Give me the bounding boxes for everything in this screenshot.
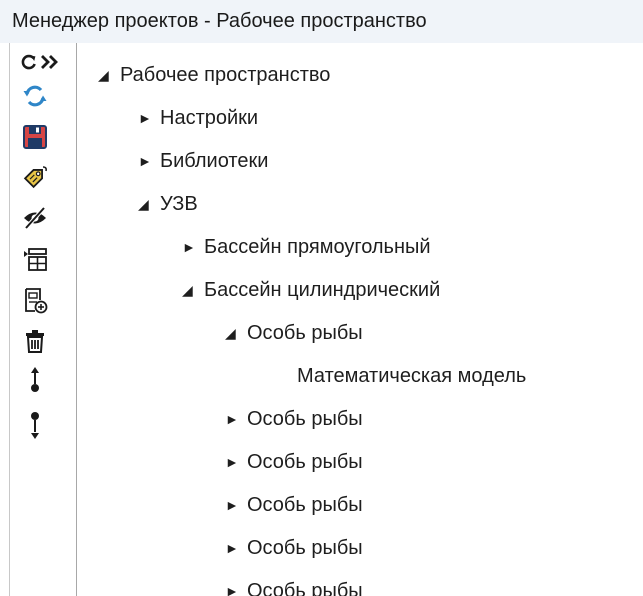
collapsed-arrow-icon[interactable]: ►	[225, 540, 247, 556]
hide-button[interactable]	[18, 201, 52, 235]
collapsed-arrow-icon[interactable]: ►	[182, 239, 204, 255]
tree-node-label: Особь рыбы	[247, 321, 363, 344]
project-tree: ◢ Рабочее пространство ► Настройки ► Биб…	[78, 43, 643, 596]
tag-button[interactable]	[18, 160, 52, 194]
tree-node-label: УЗВ	[160, 192, 198, 215]
collapsed-arrow-icon[interactable]: ►	[225, 583, 247, 596]
add-table-button[interactable]	[18, 242, 52, 276]
collapsed-arrow-icon[interactable]: ►	[138, 110, 160, 126]
tree-node-label: Бассейн прямоугольный	[204, 235, 431, 258]
expanded-arrow-icon[interactable]: ◢	[98, 67, 120, 84]
tree-node-label: Особь рыбы	[247, 450, 363, 473]
expanded-arrow-icon[interactable]: ◢	[225, 325, 247, 342]
collapsed-arrow-icon[interactable]: ►	[225, 411, 247, 427]
move-up-button[interactable]	[18, 364, 52, 398]
tree-node-libraries[interactable]: ► Библиотеки	[138, 143, 268, 179]
add-document-button[interactable]	[18, 283, 52, 317]
move-down-button[interactable]	[18, 408, 52, 442]
tree-node-workspace[interactable]: ◢ Рабочее пространство	[98, 57, 330, 93]
tree-node-label: Особь рыбы	[247, 407, 363, 430]
tree-node-uzv[interactable]: ◢ УЗВ	[138, 186, 198, 222]
delete-button[interactable]	[18, 324, 52, 358]
collapsed-arrow-icon[interactable]: ►	[225, 454, 247, 470]
window-title: Менеджер проектов - Рабочее пространство	[0, 0, 643, 43]
tree-node-settings[interactable]: ► Настройки	[138, 100, 258, 136]
tree-node-fish[interactable]: ► Особь рыбы	[225, 487, 363, 523]
expanded-arrow-icon[interactable]: ◢	[182, 282, 204, 299]
tag-label-icon	[21, 163, 49, 191]
sync-arrows-icon	[21, 82, 49, 110]
tree-node-label: Библиотеки	[160, 149, 269, 172]
move-down-icon	[21, 408, 49, 442]
add-table-icon	[21, 245, 49, 273]
tree-node-fish[interactable]: ► Особь рыбы	[225, 444, 363, 480]
tree-node-label: Математическая модель	[297, 364, 527, 387]
project-manager-window: Менеджер проектов - Рабочее пространство	[0, 0, 643, 596]
delete-trash-icon	[21, 327, 49, 355]
expand-all-icon[interactable]	[40, 53, 60, 76]
tree-node-label: Бассейн цилиндрический	[204, 278, 441, 301]
tree-node-label: Особь рыбы	[247, 493, 363, 516]
refresh-icon[interactable]	[20, 53, 38, 76]
save-button[interactable]	[18, 120, 52, 154]
tree-node-fish[interactable]: ► Особь рыбы	[225, 573, 363, 596]
tree-node-pool-cyl[interactable]: ◢ Бассейн цилиндрический	[182, 272, 440, 308]
add-document-icon	[21, 286, 49, 314]
save-floppy-icon	[21, 123, 49, 151]
tree-node-fish[interactable]: ◢ Особь рыбы	[225, 315, 363, 351]
tree-node-fish[interactable]: ► Особь рыбы	[225, 530, 363, 566]
toolbar-divider	[9, 43, 10, 596]
collapsed-arrow-icon[interactable]: ►	[225, 497, 247, 513]
tree-node-label: Настройки	[160, 106, 259, 129]
toolbar-top-group	[20, 52, 60, 76]
tree-node-math-model[interactable]: Математическая модель	[297, 358, 526, 394]
expanded-arrow-icon[interactable]: ◢	[138, 196, 160, 213]
tree-node-label: Особь рыбы	[247, 536, 363, 559]
tree-node-pool-rect[interactable]: ► Бассейн прямоугольный	[182, 229, 431, 265]
sync-button[interactable]	[18, 79, 52, 113]
collapsed-arrow-icon[interactable]: ►	[138, 153, 160, 169]
tree-node-label: Особь рыбы	[247, 579, 363, 596]
move-up-icon	[21, 364, 49, 398]
hide-eye-icon	[21, 204, 49, 232]
tree-node-fish[interactable]: ► Особь рыбы	[225, 401, 363, 437]
tree-node-label: Рабочее пространство	[120, 63, 331, 86]
